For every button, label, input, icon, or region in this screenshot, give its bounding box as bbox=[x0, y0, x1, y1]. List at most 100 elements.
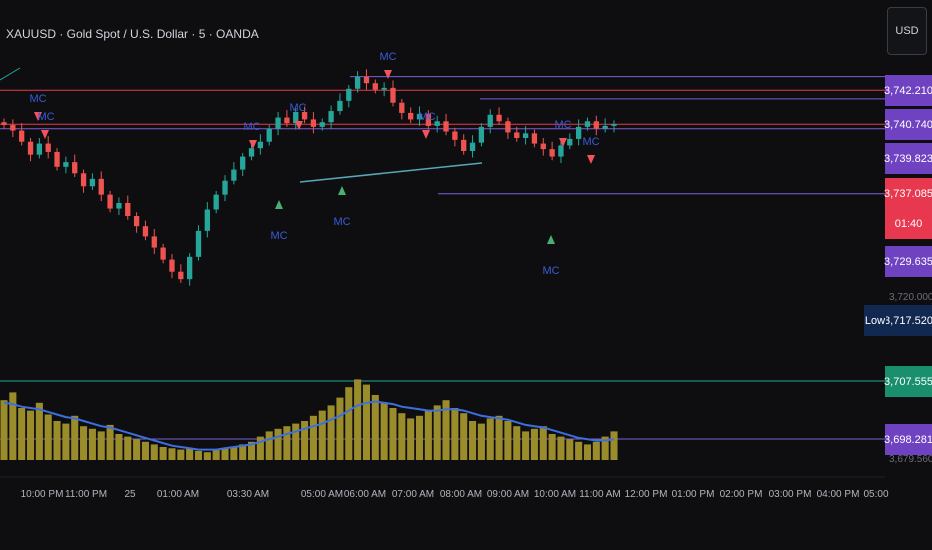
time-tick-label: 04:00 PM bbox=[817, 489, 860, 500]
volume-bar bbox=[345, 387, 353, 460]
volume-bar bbox=[504, 421, 512, 460]
volume-bar bbox=[203, 452, 211, 460]
candle-body bbox=[54, 151, 60, 167]
candle-body bbox=[310, 119, 317, 127]
sell-arrow-icon bbox=[249, 140, 257, 149]
candle-body bbox=[248, 148, 255, 157]
volume-bar bbox=[309, 415, 317, 460]
buy-arrow-icon bbox=[275, 200, 283, 209]
volume-bar bbox=[460, 413, 468, 460]
time-tick-label: 11:00 AM bbox=[579, 489, 621, 500]
volume-bar bbox=[548, 434, 556, 460]
candle-body bbox=[496, 114, 502, 122]
candle-body bbox=[319, 122, 325, 127]
volume-bar bbox=[150, 444, 158, 460]
candle-body bbox=[381, 87, 387, 90]
time-tick-label: 03:30 AM bbox=[227, 489, 269, 500]
buy-arrow-icon bbox=[547, 235, 555, 244]
mc-marker-label: MC bbox=[270, 230, 287, 242]
candle-body bbox=[399, 102, 405, 113]
price-chart[interactable]: MC MC MC MC MC MC MC MC MC MC MC 10:00 PM 11:00 PM 2… bbox=[0, 0, 932, 550]
volume-bar bbox=[221, 448, 229, 460]
candle-body bbox=[558, 145, 564, 157]
candle-body bbox=[611, 124, 617, 126]
volume-bar bbox=[336, 397, 344, 460]
time-tick-label: 12:00 PM bbox=[625, 489, 668, 500]
candle-body bbox=[178, 271, 184, 280]
partial-price-tick: 3,679.560 bbox=[889, 454, 932, 465]
candle-body bbox=[275, 117, 281, 129]
mc-marker-label: MC bbox=[418, 111, 435, 123]
time-tick-label: 05:00 AM bbox=[301, 489, 343, 500]
candle-body bbox=[584, 121, 591, 127]
volume-bar bbox=[495, 415, 503, 460]
time-tick-label: 05:00 bbox=[863, 489, 888, 500]
volume-bar bbox=[610, 431, 618, 460]
volume-bar bbox=[292, 423, 300, 460]
volume-bar bbox=[530, 428, 538, 460]
volume-bar bbox=[433, 405, 441, 460]
candle-body bbox=[10, 125, 16, 131]
candle-body bbox=[72, 162, 78, 174]
volume-bar bbox=[274, 428, 282, 460]
candle-body bbox=[19, 130, 25, 142]
candle-body bbox=[142, 226, 149, 237]
volume-bar bbox=[451, 408, 459, 460]
candle-body bbox=[116, 203, 122, 209]
volume-bar bbox=[133, 439, 141, 460]
volume-bar bbox=[407, 418, 415, 460]
candle-body bbox=[240, 156, 246, 170]
trend-line-stub bbox=[0, 67, 21, 81]
volume-bar bbox=[415, 415, 424, 460]
volume-bar bbox=[318, 410, 326, 460]
candle-body bbox=[443, 121, 449, 132]
mc-marker-label: MC bbox=[582, 136, 599, 148]
volume-bar bbox=[592, 441, 600, 460]
candle-body bbox=[478, 126, 485, 143]
volume-bar bbox=[380, 402, 388, 460]
time-tick-label: 03:00 PM bbox=[769, 489, 812, 500]
candle-body bbox=[195, 230, 202, 257]
volume-bar bbox=[424, 410, 432, 460]
volume-bar bbox=[186, 448, 194, 460]
time-tick-label: 10:00 PM bbox=[21, 489, 64, 500]
time-axis[interactable]: 10:00 PM 11:00 PM 25 01:00 AM 03:30 AM 05:00 … bbox=[21, 489, 889, 500]
volume-bar bbox=[371, 395, 379, 460]
signal-markers: MC MC MC MC MC MC MC MC MC MC MC bbox=[29, 51, 599, 277]
candle-body bbox=[522, 133, 529, 138]
currency-button[interactable]: USD bbox=[887, 7, 927, 55]
candle-body bbox=[575, 126, 582, 139]
candle-body bbox=[408, 112, 414, 120]
time-tick-label: 02:00 PM bbox=[720, 489, 763, 500]
mc-marker-label: MC bbox=[289, 102, 306, 114]
volume-bar bbox=[115, 434, 123, 460]
candle-body bbox=[549, 149, 555, 157]
candle-body bbox=[213, 194, 219, 210]
price-label-line-2: 3,740.740 bbox=[884, 109, 932, 140]
volume-bar bbox=[389, 408, 397, 460]
candle-body bbox=[337, 100, 343, 112]
candle-body bbox=[505, 121, 511, 133]
candle-body bbox=[89, 178, 96, 187]
price-label-line-top: 3,742.210 bbox=[884, 75, 932, 106]
volume-bar bbox=[327, 405, 335, 460]
candle-body bbox=[36, 143, 43, 155]
volume-bar bbox=[362, 384, 370, 460]
sell-arrow-icon bbox=[587, 155, 595, 164]
volume-bar bbox=[539, 426, 547, 460]
volume-bar bbox=[477, 423, 485, 460]
mc-marker-label: MC bbox=[243, 121, 260, 133]
mc-marker-label: MC bbox=[37, 111, 54, 123]
candle-body bbox=[266, 128, 272, 142]
candle-body bbox=[390, 87, 396, 103]
low-tag: Low bbox=[864, 305, 886, 336]
volume-bar bbox=[265, 431, 273, 460]
volume-bar bbox=[177, 449, 185, 460]
candle-body bbox=[169, 259, 175, 272]
candle-body bbox=[98, 178, 104, 195]
candle-body bbox=[133, 216, 140, 227]
sell-arrow-icon bbox=[384, 70, 392, 79]
volume-bar bbox=[398, 413, 406, 460]
candle-body bbox=[593, 121, 599, 129]
mc-marker-label: MC bbox=[554, 119, 571, 131]
